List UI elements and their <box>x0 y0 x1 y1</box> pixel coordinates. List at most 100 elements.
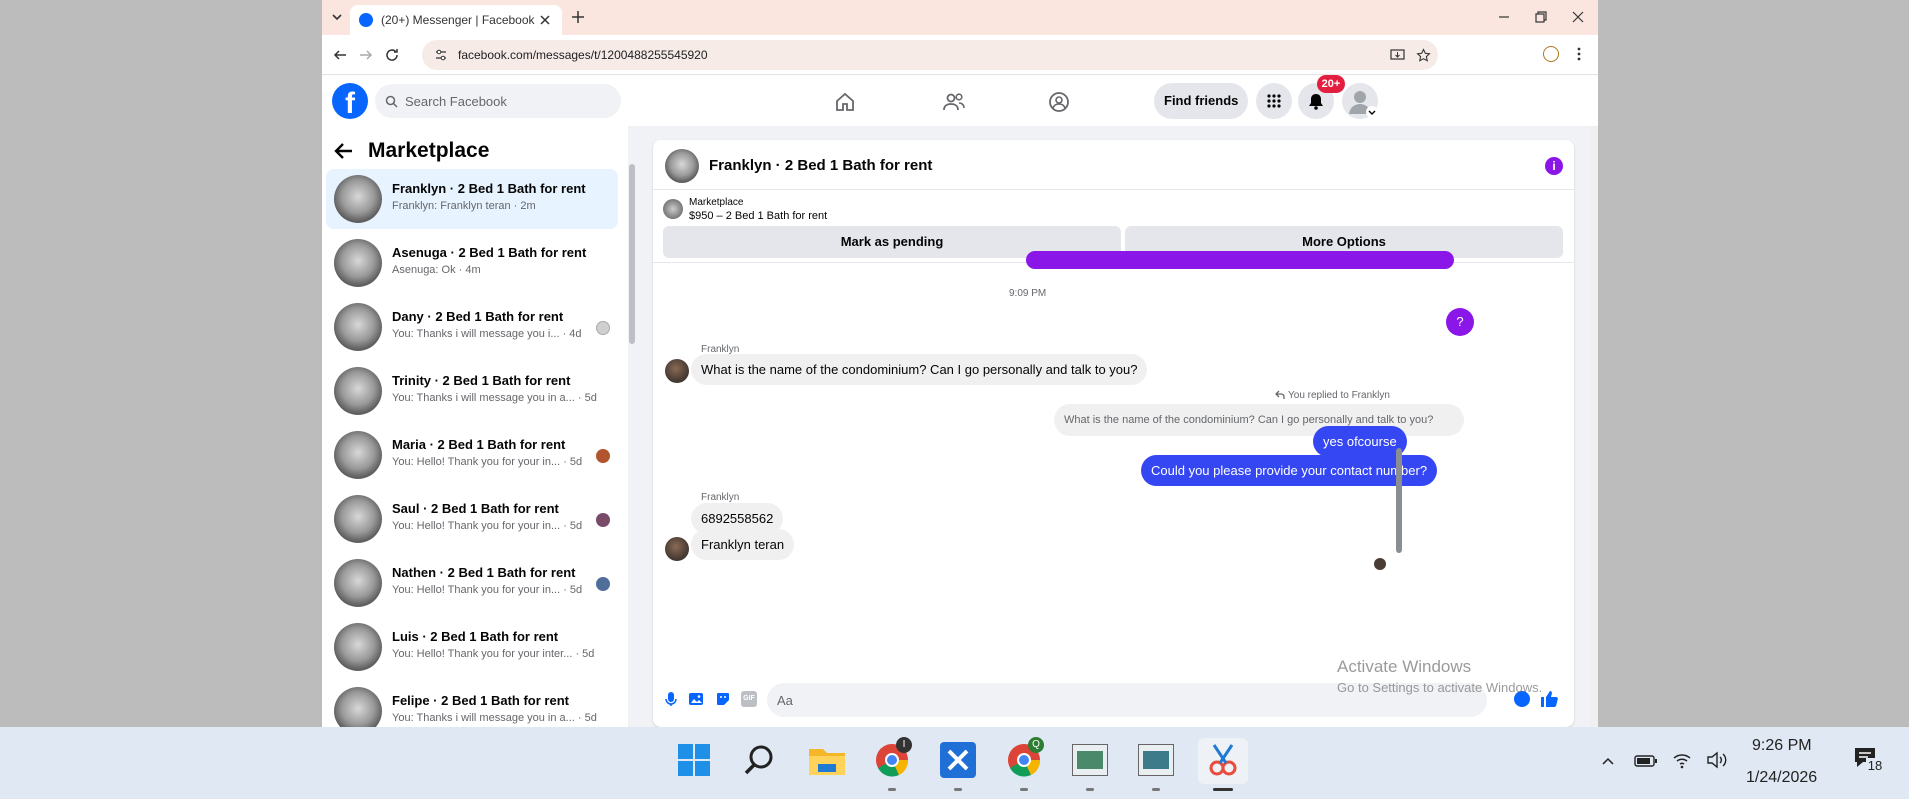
omnibox[interactable]: facebook.com/messages/t/1200488255545920 <box>422 40 1438 70</box>
conversation-preview: You: Thanks i will message you in a... ·… <box>392 712 597 724</box>
conversation-item[interactable]: Asenuga · 2 Bed 1 Bath for rent Asenuga:… <box>326 233 618 293</box>
reload-icon[interactable] <box>384 47 400 63</box>
friends-icon[interactable] <box>942 91 966 113</box>
conversation-item[interactable]: Felipe · 2 Bed 1 Bath for rent You: Than… <box>326 681 618 727</box>
sticker-icon[interactable] <box>715 691 731 707</box>
avatar <box>334 495 382 543</box>
info-icon[interactable]: i <box>1545 157 1563 175</box>
bookmark-star-icon[interactable] <box>1416 48 1431 63</box>
conversation-preview: You: Thanks i will message you in a... ·… <box>392 392 597 404</box>
conversation-item[interactable]: Luis · 2 Bed 1 Bath for rent You: Hello!… <box>326 617 618 677</box>
notification-center-icon[interactable]: 18 <box>1852 745 1884 774</box>
conversation-item[interactable]: Trinity · 2 Bed 1 Bath for rent You: Tha… <box>326 361 618 421</box>
avatar[interactable] <box>665 149 699 183</box>
close-tab-icon[interactable] <box>538 13 552 27</box>
clock-date[interactable]: 1/24/2026 <box>1746 769 1817 787</box>
menu-grid-button[interactable] <box>1256 83 1292 119</box>
message-placeholder: Aa <box>777 693 793 708</box>
chat-header: Franklyn · 2 Bed 1 Bath for rent i <box>653 140 1574 190</box>
conversation-preview: Franklyn: Franklyn teran · 2m <box>392 200 536 212</box>
conversation-name: Maria · 2 Bed 1 Bath for rent <box>392 437 566 452</box>
find-friends-button[interactable]: Find friends <box>1154 83 1248 119</box>
chat-scrollbar[interactable] <box>1396 263 1404 563</box>
facebook-navbar: f Search Facebook Find friends 20+ <box>322 75 1598 126</box>
watermark-title: Activate Windows <box>1337 657 1472 676</box>
sender-name: Franklyn <box>701 492 740 503</box>
new-tab-icon[interactable] <box>570 9 586 25</box>
message-bubble[interactable]: What is the name of the condominium? Can… <box>691 354 1148 385</box>
file-explorer-icon[interactable] <box>808 744 846 776</box>
scrollbar-thumb[interactable] <box>1396 448 1402 553</box>
conversation-item[interactable]: Maria · 2 Bed 1 Bath for rent You: Hello… <box>326 425 618 485</box>
chat-panel: Franklyn · 2 Bed 1 Bath for rent i Marke… <box>653 140 1574 727</box>
install-app-icon[interactable] <box>1390 48 1405 63</box>
chrome-profile-icon[interactable]: Q <box>1006 737 1044 778</box>
chrome-badge: I <box>896 737 912 753</box>
chat-title[interactable]: Franklyn · 2 Bed 1 Bath for rent <box>709 157 932 174</box>
seen-avatar-icon <box>596 321 610 335</box>
page-scrollbar[interactable] <box>1590 126 1598 727</box>
minimize-icon[interactable] <box>1497 10 1511 24</box>
back-icon[interactable] <box>332 47 348 63</box>
replied-label: You replied to Franklyn <box>1288 390 1390 401</box>
message-bubble[interactable]: Franklyn teran <box>691 529 795 560</box>
find-friends-label: Find friends <box>1164 93 1239 108</box>
avatar <box>334 559 382 607</box>
address-bar-row: facebook.com/messages/t/1200488255545920 <box>322 35 1598 75</box>
volume-icon[interactable] <box>1706 751 1728 769</box>
groups-icon[interactable] <box>1048 91 1070 113</box>
photo-icon[interactable] <box>688 691 704 707</box>
account-chevron-icon[interactable] <box>1366 106 1378 118</box>
bell-icon <box>1308 92 1324 110</box>
message-bubble-out[interactable]: Could you please provide your contact nu… <box>1141 455 1438 486</box>
search-icon[interactable] <box>742 742 778 778</box>
close-window-icon[interactable] <box>1571 10 1585 24</box>
conversation-item[interactable]: Saul · 2 Bed 1 Bath for rent You: Hello!… <box>326 489 618 549</box>
back-arrow-icon[interactable] <box>334 142 354 160</box>
start-icon[interactable] <box>676 742 712 778</box>
profile-icon[interactable] <box>1543 46 1559 62</box>
listing-thumbnail <box>663 199 683 219</box>
battery-icon[interactable] <box>1634 755 1658 767</box>
conversation-item[interactable]: Dany · 2 Bed 1 Bath for rent You: Thanks… <box>326 297 618 357</box>
conversation-name: Luis · 2 Bed 1 Bath for rent <box>392 629 559 644</box>
tab-search-icon[interactable] <box>328 8 346 26</box>
vscode-icon[interactable] <box>940 742 976 778</box>
notification-badge: 20+ <box>1317 75 1345 93</box>
message-area: 9:09 PM ? Franklyn What is the name of t… <box>653 251 1574 673</box>
tab-messenger[interactable]: (20+) Messenger | Facebook <box>350 5 562 35</box>
restore-icon[interactable] <box>1534 10 1548 24</box>
wifi-icon[interactable] <box>1672 751 1692 769</box>
window-thumbnail-icon[interactable] <box>1138 744 1174 776</box>
forward-icon[interactable] <box>358 47 374 63</box>
conversation-preview: You: Hello! Thank you for your in... · 5… <box>392 456 583 468</box>
facebook-logo-icon[interactable]: f <box>332 83 368 119</box>
sidebar-scrollbar[interactable] <box>628 154 636 524</box>
avatar <box>334 239 382 287</box>
listing-detail: $950 – 2 Bed 1 Bath for rent <box>689 210 828 222</box>
site-info-icon[interactable] <box>434 48 448 62</box>
menu-kebab-icon[interactable] <box>1576 46 1582 62</box>
chrome-icon[interactable]: I <box>874 737 912 778</box>
chrome-profile-badge: Q <box>1028 737 1044 753</box>
conversation-item[interactable]: Nathen · 2 Bed 1 Bath for rent You: Hell… <box>326 553 618 613</box>
conversation-item[interactable]: Franklyn · 2 Bed 1 Bath for rent Frankly… <box>326 169 618 229</box>
chevron-up-icon[interactable] <box>1600 753 1616 769</box>
scrollbar-thumb[interactable] <box>629 164 635 344</box>
microphone-icon[interactable] <box>663 691 679 707</box>
gif-icon[interactable]: GIF <box>741 691 757 707</box>
search-facebook-input[interactable]: Search Facebook <box>375 84 621 118</box>
listing-summary[interactable]: Marketplace $950 – 2 Bed 1 Bath for rent <box>653 190 1574 226</box>
snipping-tool-icon[interactable] <box>1198 738 1248 784</box>
read-receipt-avatar <box>1374 558 1386 570</box>
conversation-preview: You: Thanks i will message you i... · 4d <box>392 328 582 340</box>
window-thumbnail-icon[interactable] <box>1072 744 1108 776</box>
page-content: Marketplace Franklyn · 2 Bed 1 Bath for … <box>322 126 1598 727</box>
app-indicator <box>1152 788 1160 791</box>
question-mark-bubble[interactable]: ? <box>1446 308 1474 336</box>
app-indicator <box>888 788 896 791</box>
message-bubble-out[interactable]: yes ofcourse <box>1313 426 1407 457</box>
clock-time[interactable]: 9:26 PM <box>1752 737 1812 755</box>
home-icon[interactable] <box>834 91 856 113</box>
avatar <box>665 537 689 561</box>
